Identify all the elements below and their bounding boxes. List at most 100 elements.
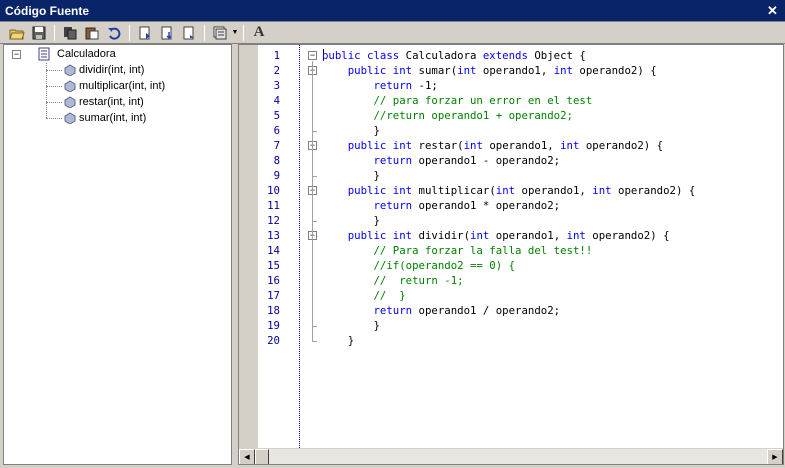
line-number: 5 bbox=[273, 109, 280, 122]
code-line: // return -1; bbox=[322, 273, 463, 288]
tree-node-calculadora[interactable]: Calculadora bbox=[37, 46, 116, 62]
font-button[interactable]: A bbox=[248, 23, 270, 43]
toolbar-separator bbox=[129, 24, 130, 41]
code-line: //if(operando2 == 0) { bbox=[322, 258, 515, 273]
tree-node-dividir[interactable]: dividir(int, int) bbox=[64, 62, 144, 78]
code-text: operando2) { bbox=[585, 229, 670, 242]
line-number: 14 bbox=[267, 244, 280, 257]
fold-guide bbox=[312, 196, 313, 221]
bookmark-next-button[interactable] bbox=[156, 23, 178, 43]
line-number: 10 bbox=[267, 184, 280, 197]
code-text: operando1, bbox=[482, 139, 561, 152]
code-text: } bbox=[322, 124, 380, 137]
tree-collapse-toggle[interactable]: − bbox=[12, 50, 21, 59]
undo-button[interactable] bbox=[103, 23, 125, 43]
title-bar: Código Fuente ✕ bbox=[0, 0, 785, 22]
line-number: 18 bbox=[267, 304, 280, 317]
code-keyword: return bbox=[373, 199, 413, 212]
close-button[interactable]: ✕ bbox=[765, 3, 780, 18]
line-number: 1 bbox=[273, 49, 280, 62]
view-options-dropdown[interactable]: ▼ bbox=[231, 23, 239, 43]
view-options-button[interactable] bbox=[209, 23, 231, 43]
code-keyword: public int bbox=[347, 229, 413, 242]
code-text: operando1 - operando2; bbox=[412, 154, 561, 167]
line-number: 19 bbox=[267, 319, 280, 332]
scroll-right-button[interactable]: ▶ bbox=[767, 449, 783, 464]
code-comment: // } bbox=[373, 289, 406, 302]
open-button[interactable] bbox=[6, 23, 28, 43]
bookmark-next-icon bbox=[161, 26, 172, 39]
font-icon: A bbox=[253, 24, 265, 40]
open-icon bbox=[9, 29, 25, 39]
line-number: 17 bbox=[267, 289, 280, 302]
line-number: 7 bbox=[273, 139, 280, 152]
tree-node-label: restar(int, int) bbox=[79, 96, 144, 108]
line-number: 4 bbox=[273, 94, 280, 107]
fold-toggle[interactable]: − bbox=[308, 51, 317, 60]
code-editor-panel: 1 public class Calculadora extends Object… bbox=[238, 44, 784, 465]
tree-line bbox=[46, 118, 62, 119]
bookmark-prev-button[interactable] bbox=[178, 23, 200, 43]
code-line: return operando1 / operando2; bbox=[322, 303, 560, 318]
code-keyword: int bbox=[470, 229, 490, 242]
scroll-left-button[interactable]: ◀ bbox=[239, 449, 255, 464]
code-keyword: int bbox=[553, 64, 573, 77]
undo-icon bbox=[108, 27, 121, 40]
line-number: 16 bbox=[267, 274, 280, 287]
code-comment: // para forzar un error en el test bbox=[373, 94, 593, 107]
bookmark-toggle-button[interactable] bbox=[134, 23, 156, 43]
copy-button[interactable] bbox=[59, 23, 81, 43]
method-icon bbox=[64, 112, 76, 124]
code-text: operando2) { bbox=[579, 139, 664, 152]
tree-node-label: multiplicar(int, int) bbox=[79, 80, 166, 92]
tree-node-restar[interactable]: restar(int, int) bbox=[64, 94, 144, 110]
line-number: 20 bbox=[267, 334, 280, 347]
tree-node-sumar[interactable]: sumar(int, int) bbox=[64, 110, 146, 126]
method-icon bbox=[64, 64, 76, 76]
line-number: 8 bbox=[273, 154, 280, 167]
code-keyword: public int bbox=[347, 64, 413, 77]
code-text: operando1, bbox=[489, 229, 567, 242]
code-keyword: int bbox=[560, 139, 580, 152]
code-line: } bbox=[322, 213, 380, 228]
paste-button[interactable] bbox=[81, 23, 103, 43]
code-line: //return operando1 + operando2; bbox=[322, 108, 572, 123]
bookmark-toggle-icon bbox=[139, 26, 150, 39]
code-line: } bbox=[322, 123, 380, 138]
code-keyword: int bbox=[463, 139, 483, 152]
save-button[interactable] bbox=[28, 23, 50, 43]
copy-icon bbox=[64, 26, 77, 39]
horizontal-scrollbar[interactable]: ◀ ▶ bbox=[239, 448, 783, 464]
code-text: } bbox=[322, 214, 380, 227]
editor-margin bbox=[239, 45, 258, 448]
code-text: restar( bbox=[412, 139, 464, 152]
bookmark-prev-icon bbox=[183, 26, 194, 39]
code-text: } bbox=[322, 169, 380, 182]
code-text: Calculadora bbox=[399, 49, 483, 62]
code-text: operando1 * operando2; bbox=[412, 199, 561, 212]
code-keyword: int bbox=[592, 184, 612, 197]
scroll-thumb[interactable] bbox=[255, 449, 269, 464]
class-tree-panel: − Calculadora dividir(int, int) multipli… bbox=[3, 44, 232, 465]
code-editor[interactable]: 1 public class Calculadora extends Object… bbox=[258, 45, 783, 448]
code-text: } bbox=[322, 319, 380, 332]
line-number: 9 bbox=[273, 169, 280, 182]
fold-end-marker bbox=[312, 176, 317, 177]
class-file-icon bbox=[38, 47, 50, 61]
line-number: 13 bbox=[267, 229, 280, 242]
code-line: public int restar(int operando1, int ope… bbox=[322, 138, 663, 153]
code-text: } bbox=[322, 334, 355, 347]
tree-node-multiplicar[interactable]: multiplicar(int, int) bbox=[64, 78, 165, 94]
code-keyword: int bbox=[457, 64, 477, 77]
code-line: } bbox=[322, 318, 380, 333]
code-keyword: return bbox=[373, 304, 413, 317]
fold-guide bbox=[312, 241, 313, 326]
code-keyword: int bbox=[495, 184, 516, 197]
